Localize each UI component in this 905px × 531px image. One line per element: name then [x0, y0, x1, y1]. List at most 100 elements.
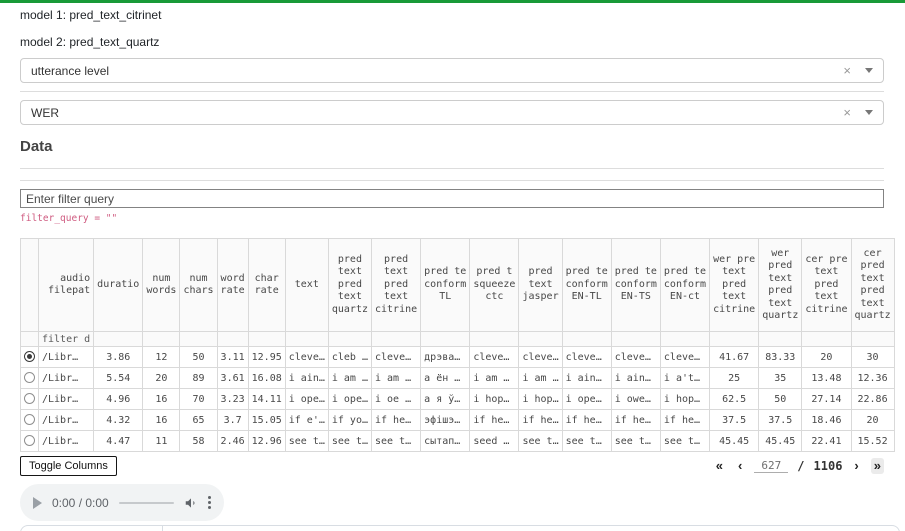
filter-cell-pred-text-jasper[interactable] — [519, 332, 562, 347]
play-icon[interactable] — [33, 497, 42, 509]
cell-num-words: 12 — [143, 347, 180, 368]
filter-row-spacer — [21, 332, 39, 347]
cell-pred-text-pred-text-citrinet: see t… — [372, 431, 421, 452]
column-header-num-chars: num chars — [180, 239, 217, 332]
mode-select-clear-icon[interactable]: × — [843, 64, 851, 77]
cell-pred-text-conformer-en-ts: see t… — [611, 431, 660, 452]
row-select-cell[interactable] — [21, 368, 39, 389]
column-header-pred-text-conformer-en-tl: pred te conform EN-TL — [562, 239, 611, 332]
divider — [20, 91, 884, 92]
mode-select-chevron-down-icon[interactable] — [865, 68, 873, 73]
filter-cell-char-rate[interactable] — [248, 332, 285, 347]
page-input[interactable] — [754, 459, 788, 473]
cell-cer-pred-text-quartz: 22.86 — [851, 389, 894, 410]
filter-cell-pred-text-pred-text-citrinet[interactable] — [372, 332, 421, 347]
divider — [20, 168, 884, 169]
cell-pred-text-pred-text-quartz: see t… — [328, 431, 371, 452]
filter-cell-word-rate[interactable] — [217, 332, 248, 347]
page: model 1: pred_text_citrinet model 2: pre… — [0, 3, 905, 531]
detail-value: /LibriSpeech/test-other-processed/1998-2… — [163, 526, 899, 531]
cell-text: i ain… — [285, 368, 328, 389]
filter-cell-pred-text-conformer-en-tl[interactable] — [562, 332, 611, 347]
cell-pred-text-conformer-tl: а ён … — [421, 368, 470, 389]
filter-cell-pred-squeeze-ctc[interactable] — [470, 332, 519, 347]
filter-cell-cer-pred-text-citrinet[interactable] — [802, 332, 851, 347]
cell-pred-text-conformer-en-tl: i ain… — [562, 368, 611, 389]
cell-cer-pred-text-citrinet: 18.46 — [802, 410, 851, 431]
column-header-pred-text-conformer-tl: pred te conform TL — [421, 239, 470, 332]
cell-num-chars: 58 — [180, 431, 217, 452]
cell-num-chars: 50 — [180, 347, 217, 368]
filter-query-input[interactable] — [20, 189, 884, 208]
cell-pred-squeeze-ctc: if he… — [470, 410, 519, 431]
cell-word-rate: 3.23 — [217, 389, 248, 410]
divider — [20, 180, 884, 181]
filter-cell-pred-text-conformer-en-ct[interactable] — [660, 332, 709, 347]
metric-select-clear-icon[interactable]: × — [843, 106, 851, 119]
cell-duration: 4.32 — [94, 410, 143, 431]
filter-cell-pred-text-pred-text-quartz[interactable] — [328, 332, 371, 347]
toggle-columns-button[interactable]: Toggle Columns — [20, 456, 117, 476]
cell-pred-squeeze-ctc: i hop… — [470, 389, 519, 410]
filter-cell-pred-text-conformer-tl[interactable] — [421, 332, 470, 347]
cell-char-rate: 14.11 — [248, 389, 285, 410]
cell-pred-text-conformer-en-tl: if he… — [562, 410, 611, 431]
cell-pred-text-conformer-en-tl: see t… — [562, 431, 611, 452]
cell-pred-squeeze-ctc: cleve… — [470, 347, 519, 368]
cell-pred-text-jasper: cleve… — [519, 347, 562, 368]
audio-player[interactable]: 0:00 / 0:00 — [20, 484, 224, 521]
filter-cell-wer-pred-text-quartz[interactable] — [759, 332, 802, 347]
filter-cell-text[interactable] — [285, 332, 328, 347]
cell-pred-text-conformer-en-ts: if he… — [611, 410, 660, 431]
filter-cell-num-chars[interactable] — [180, 332, 217, 347]
player-progress-bar[interactable] — [119, 502, 174, 504]
filter-cell-cer-pred-text-quartz[interactable] — [851, 332, 894, 347]
cell-duration: 5.54 — [94, 368, 143, 389]
cell-num-chars: 70 — [180, 389, 217, 410]
detail-table: audio filepath /LibriSpeech/test-other-p… — [20, 525, 900, 531]
cell-word-rate: 3.7 — [217, 410, 248, 431]
row-select-radio[interactable] — [24, 414, 35, 425]
filter-cell-num-words[interactable] — [143, 332, 180, 347]
cell-text: see t… — [285, 431, 328, 452]
filter-cell-wer-pred-text-citrinet[interactable] — [710, 332, 759, 347]
next-page-button[interactable]: › — [851, 458, 861, 474]
prev-page-button[interactable]: ‹ — [735, 458, 745, 474]
row-select-radio[interactable] — [24, 435, 35, 446]
row-select-cell[interactable] — [21, 389, 39, 410]
cell-audio-filepath: /Libr… — [39, 389, 94, 410]
filter-cell-pred-text-conformer-en-ts[interactable] — [611, 332, 660, 347]
last-page-button[interactable]: » — [871, 458, 884, 474]
detail-key: audio filepath — [21, 526, 163, 531]
column-header-wer-pred-text-quartz: wer pred text pred text quartz — [759, 239, 802, 332]
filter-cell-audio-filepath[interactable]: filter d — [39, 332, 94, 347]
cell-wer-pred-text-citrinet: 37.5 — [710, 410, 759, 431]
cell-cer-pred-text-citrinet: 22.41 — [802, 431, 851, 452]
mode-select[interactable]: utterance level × — [20, 58, 884, 83]
volume-icon[interactable] — [184, 496, 198, 510]
player-menu-icon[interactable] — [208, 496, 211, 509]
cell-audio-filepath: /Libr… — [39, 347, 94, 368]
cell-num-chars: 89 — [180, 368, 217, 389]
row-select-cell[interactable] — [21, 431, 39, 452]
mode-select-value: utterance level — [31, 64, 109, 78]
metric-select[interactable]: WER × — [20, 100, 884, 125]
column-header-num-words: num words — [143, 239, 180, 332]
row-select-cell[interactable] — [21, 410, 39, 431]
row-select-radio[interactable] — [24, 351, 35, 362]
data-table: audio filepatdurationum wordsnum charswo… — [20, 238, 895, 452]
cell-num-words: 20 — [143, 368, 180, 389]
row-select-radio[interactable] — [24, 372, 35, 383]
filter-cell-duration[interactable] — [94, 332, 143, 347]
row-select-cell[interactable] — [21, 347, 39, 368]
first-page-button[interactable]: « — [713, 458, 726, 474]
row-select-radio[interactable] — [24, 393, 35, 404]
metric-select-value: WER — [31, 106, 59, 120]
column-header-select — [21, 239, 39, 332]
metric-select-chevron-down-icon[interactable] — [865, 110, 873, 115]
cell-pred-text-conformer-en-ts: i ain… — [611, 368, 660, 389]
table-row: /Libr…4.3216653.715.05if e'…if yo…if he…… — [21, 410, 895, 431]
cell-wer-pred-text-quartz: 50 — [759, 389, 802, 410]
cell-pred-text-conformer-en-ct: if he… — [660, 410, 709, 431]
cell-wer-pred-text-quartz: 83.33 — [759, 347, 802, 368]
